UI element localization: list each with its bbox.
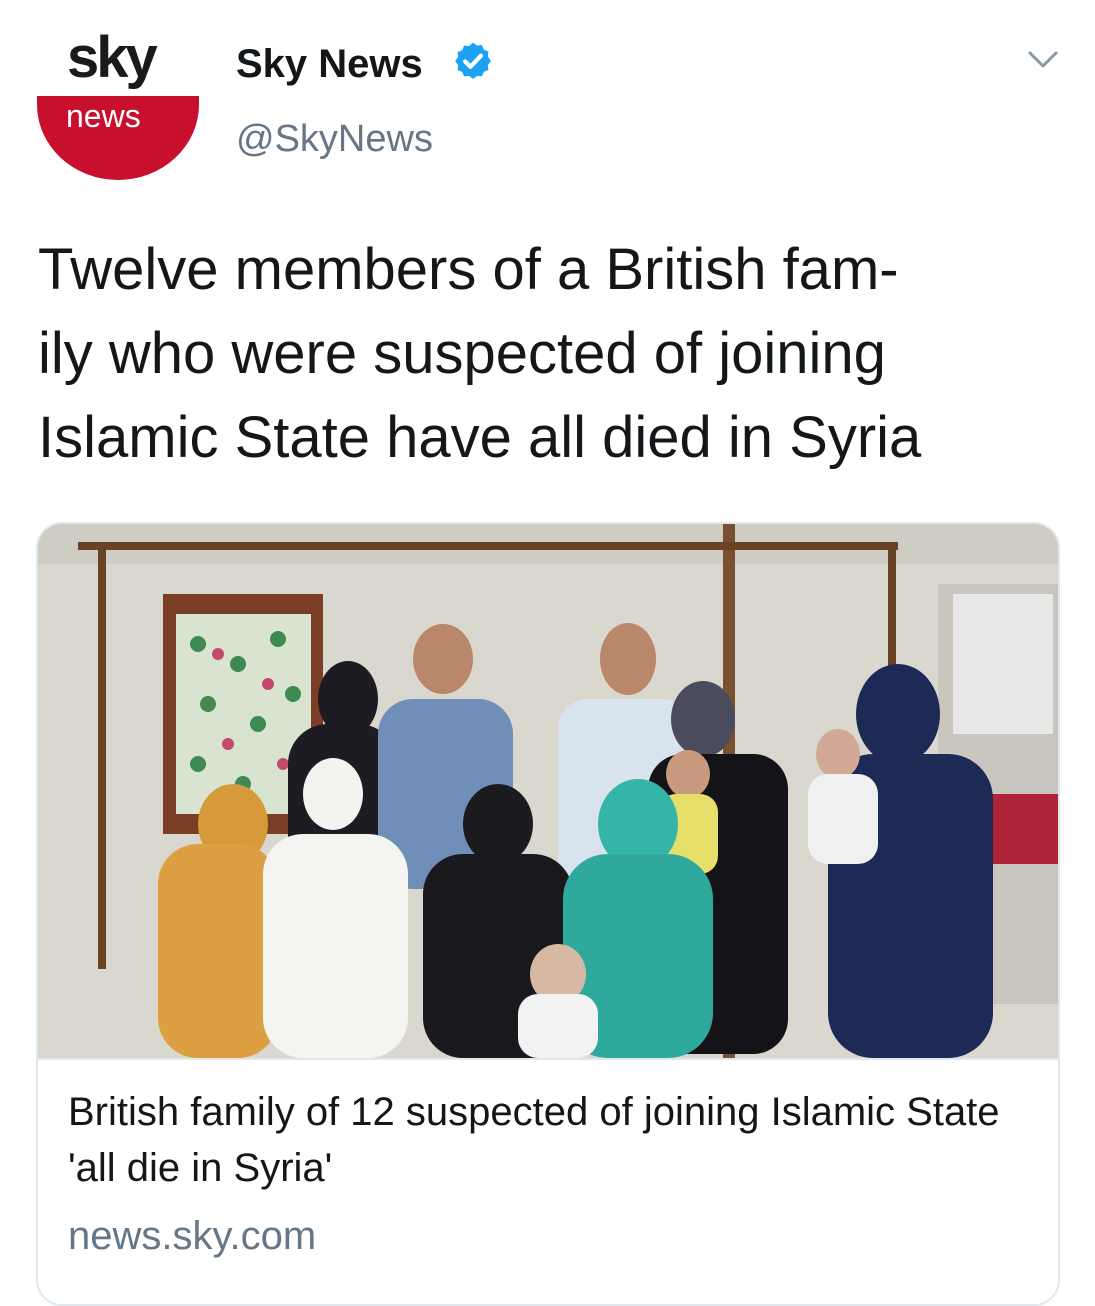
tweet-text-line: Islamic State have all died in Syria [38,405,922,470]
card-text-area[interactable]: British family of 12 suspected of joinin… [38,1058,1058,1304]
tweet-text-line: ily who were suspected of joining [38,321,886,386]
news-logo-text: news [66,98,141,134]
card-title: British family of 12 suspected of joinin… [68,1090,1000,1190]
sky-logo-text: sky [67,25,158,90]
avatar[interactable]: sky news [30,25,206,180]
author-name[interactable]: Sky News [236,42,423,87]
tweet-text: Twelve members of a British fam- ily who… [38,228,1068,480]
family-photo-image [38,524,1058,1058]
chevron-down-icon[interactable] [1024,44,1062,74]
tweet-text-line: Twelve members of a British fam- [38,237,899,302]
author-handle[interactable]: @SkyNews [236,118,433,161]
link-card[interactable]: British family of 12 suspected of joinin… [36,522,1060,1306]
card-domain: news.sky.com [68,1214,317,1258]
card-image[interactable] [38,524,1058,1058]
verified-badge-icon [455,42,491,79]
